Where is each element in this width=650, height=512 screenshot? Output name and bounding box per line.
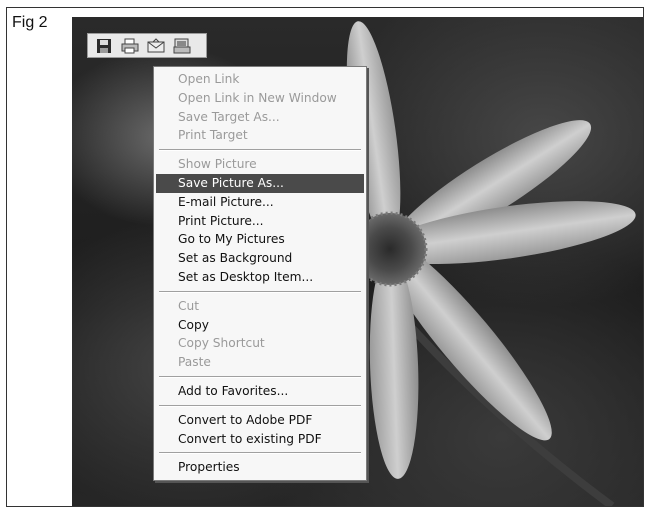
menu-item-add-to-favorites[interactable]: Add to Favorites... bbox=[156, 382, 364, 401]
image-toolbar bbox=[87, 33, 207, 58]
menu-item-set-as-background[interactable]: Set as Background bbox=[156, 249, 364, 268]
menu-item-properties[interactable]: Properties bbox=[156, 458, 364, 477]
menu-separator bbox=[159, 404, 361, 407]
menu-item-open-link-in-new-window[interactable]: Open Link in New Window bbox=[156, 89, 364, 108]
my-pictures-icon[interactable] bbox=[171, 36, 193, 56]
menu-item-print-target[interactable]: Print Target bbox=[156, 126, 364, 145]
menu-item-print-picture[interactable]: Print Picture... bbox=[156, 212, 364, 231]
menu-item-convert-to-existing-pdf[interactable]: Convert to existing PDF bbox=[156, 430, 364, 449]
menu-item-paste[interactable]: Paste bbox=[156, 353, 364, 372]
figure-label: Fig 2 bbox=[12, 14, 48, 31]
menu-item-copy-shortcut[interactable]: Copy Shortcut bbox=[156, 334, 364, 353]
menu-item-cut[interactable]: Cut bbox=[156, 297, 364, 316]
menu-item-open-link[interactable]: Open Link bbox=[156, 70, 364, 89]
menu-item-show-picture[interactable]: Show Picture bbox=[156, 155, 364, 174]
print-icon[interactable] bbox=[119, 36, 141, 56]
menu-item-save-target-as[interactable]: Save Target As... bbox=[156, 108, 364, 127]
menu-item-set-as-desktop-item[interactable]: Set as Desktop Item... bbox=[156, 268, 364, 287]
menu-item-e-mail-picture[interactable]: E-mail Picture... bbox=[156, 193, 364, 212]
menu-separator bbox=[159, 149, 361, 152]
menu-item-save-picture-as[interactable]: Save Picture As... bbox=[156, 173, 364, 193]
context-menu: Open Link Open Link in New Window Save Tar… bbox=[153, 66, 367, 482]
menu-separator bbox=[159, 290, 361, 293]
email-icon[interactable] bbox=[145, 36, 167, 56]
menu-separator bbox=[159, 375, 361, 378]
menu-item-convert-to-adobe-pdf[interactable]: Convert to Adobe PDF bbox=[156, 411, 364, 430]
save-icon[interactable] bbox=[93, 36, 115, 56]
menu-separator bbox=[159, 452, 361, 455]
menu-item-copy[interactable]: Copy bbox=[156, 316, 364, 335]
menu-item-go-to-my-pictures[interactable]: Go to My Pictures bbox=[156, 230, 364, 249]
